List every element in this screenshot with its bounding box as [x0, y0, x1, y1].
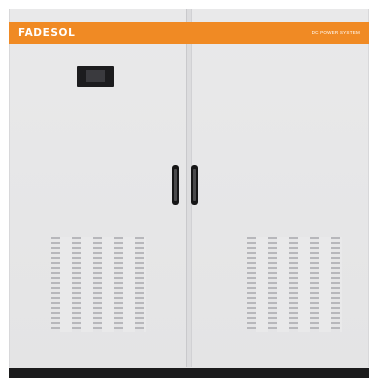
display-screen: [86, 70, 105, 82]
cabinet-right-edge: [368, 9, 369, 367]
right-door-handle-icon: [191, 165, 198, 205]
cabinet-base: [9, 368, 369, 378]
brand-logo: FADESOL: [18, 27, 76, 39]
brand-band: FADESOL DC POWER SYSTEM: [9, 22, 369, 44]
right-vent-grille-icon: [247, 237, 342, 332]
left-vent-grille-icon: [51, 237, 146, 332]
left-door-handle-icon: [172, 165, 179, 205]
display-panel-icon: [77, 66, 114, 87]
left-door-edge: [186, 9, 187, 367]
product-subtitle: DC POWER SYSTEM: [311, 30, 360, 35]
cabinet: FADESOL DC POWER SYSTEM: [9, 9, 369, 370]
cabinet-left-edge: [9, 9, 10, 367]
